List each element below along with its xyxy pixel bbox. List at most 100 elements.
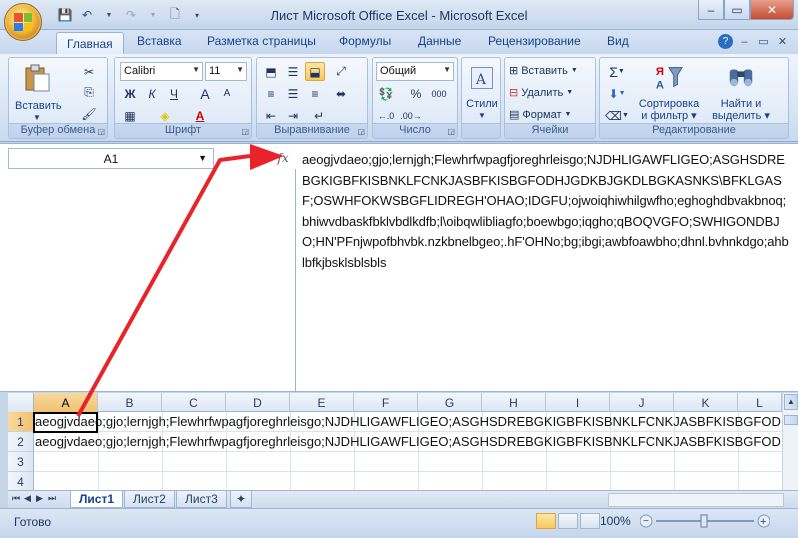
column-headers: A B C D E F G H I J K L [8,393,798,412]
restore-button[interactable]: ▭ [724,0,750,20]
column-header-e[interactable]: E [290,393,354,412]
row-3[interactable] [34,452,782,472]
page-layout-view-icon[interactable] [558,513,578,529]
find-select-button[interactable]: Найти и выделить ▾ [708,62,774,122]
tab-formulas[interactable]: Формулы [339,34,391,48]
delete-cells-button[interactable]: ⊟ Удалить ▼ [509,86,573,100]
sheet-tab-1[interactable]: Лист1 [70,491,124,508]
italic-button[interactable]: К [142,84,162,103]
orientation-icon[interactable]: ⤢ [331,62,351,81]
dialog-launcher-icon[interactable]: ◲ [447,127,455,136]
sheet-tab-2[interactable]: Лист2 [124,491,175,508]
copy-icon[interactable]: ⎘ [79,83,99,102]
minimize-workbook-icon[interactable]: – [737,34,752,49]
cell-a1[interactable]: aeogjvdaeo;gjo;lernjgh;Flewhrfwpagfjoreg… [34,412,782,432]
zoom-slider[interactable]: − + [640,514,770,528]
horizontal-scrollbar[interactable] [608,493,784,507]
fill-icon[interactable]: ⬇ ▼ [604,84,630,103]
sort-filter-button[interactable]: ЯА Сортировка и фильтр ▾ [634,62,704,122]
row-header-3[interactable]: 3 [8,452,34,472]
align-left-icon[interactable]: ≡ [261,84,281,103]
tab-page-layout[interactable]: Разметка страницы [207,34,316,48]
clipboard-label: Буфер обмена [9,123,107,138]
column-header-l[interactable]: L [738,393,782,412]
tab-view[interactable]: Вид [607,34,629,48]
font-size-select[interactable]: 11 ▼ [205,62,247,81]
row-header-4[interactable]: 4 [8,472,34,492]
dialog-launcher-icon[interactable]: ◲ [357,127,365,136]
svg-text:+: + [760,516,766,528]
tab-data[interactable]: Данные [418,34,461,48]
dialog-launcher-icon[interactable]: ◲ [241,127,249,136]
format-painter-icon[interactable]: 🖌 [79,104,99,123]
sheet-tab-3[interactable]: Лист3 [176,491,227,508]
row-header-2[interactable]: 2 [8,432,34,452]
prev-sheet-icon[interactable]: ◀ [24,493,31,504]
insert-cells-icon: ⊞ [509,65,519,77]
shrink-font-button[interactable]: A [217,84,237,103]
formula-input[interactable]: aeogjvdaeo;gjo;lernjgh;Flewhrfwpagfjoreg… [302,150,790,273]
tab-review[interactable]: Рецензирование [488,34,581,48]
styles-label [462,123,500,138]
cut-icon[interactable]: ✂ [79,62,99,81]
insert-cells-button[interactable]: ⊞ Вставить ▼ [509,64,578,78]
styles-group: A Стили ▼ [461,57,501,139]
tab-insert[interactable]: Вставка [137,34,182,48]
column-header-b[interactable]: B [98,393,162,412]
styles-button[interactable]: A Стили ▼ [464,64,500,122]
column-header-j[interactable]: J [610,393,674,412]
align-center-icon[interactable]: ☰ [283,84,303,103]
column-header-c[interactable]: C [162,393,226,412]
merge-cells-icon[interactable]: ⬌ [331,84,351,103]
cell-a2[interactable]: aeogjvdaeo;gjo;lernjgh;Flewhrfwpagfjoreg… [34,432,782,452]
grow-font-button[interactable]: A [195,84,215,103]
column-header-i[interactable]: I [546,393,610,412]
vertical-scrollbar[interactable]: ▲ [782,393,798,490]
align-right-icon[interactable]: ≡ [305,84,325,103]
row-header-1[interactable]: 1 [8,412,34,432]
number-format-select[interactable]: Общий ▼ [376,62,454,81]
normal-view-icon[interactable] [536,513,556,529]
restore-workbook-icon[interactable]: ▭ [756,34,771,49]
autosum-button[interactable]: Σ ▼ [604,62,630,81]
last-sheet-icon[interactable]: ⏭ [48,493,56,504]
insert-sheet-icon[interactable]: ✦ [230,491,253,508]
close-workbook-icon[interactable]: ✕ [775,34,790,49]
scroll-up-icon[interactable]: ▲ [784,394,798,410]
tab-home[interactable]: Главная [56,32,124,55]
dialog-launcher-icon[interactable]: ◲ [97,127,105,136]
first-sheet-icon[interactable]: ⏮ [12,493,20,504]
column-header-h[interactable]: H [482,393,546,412]
font-name-select[interactable]: Calibri ▼ [120,62,203,81]
office-button[interactable] [4,3,42,41]
name-box[interactable]: A1 ▼ [8,148,214,169]
sort-filter-icon: ЯА [656,66,683,91]
next-sheet-icon[interactable]: ▶ [36,493,43,504]
minimize-button[interactable]: – [698,0,724,20]
close-button[interactable]: ✕ [750,0,794,20]
scroll-thumb[interactable] [784,415,798,425]
paste-button[interactable]: Вставить ▼ [15,62,62,124]
page-break-view-icon[interactable] [580,513,600,529]
column-header-f[interactable]: F [354,393,418,412]
row-4[interactable] [34,472,782,492]
underline-button[interactable]: Ч [164,84,184,103]
thousands-button[interactable]: 000 [429,84,449,103]
align-bottom-icon[interactable]: ⬓ [305,62,325,81]
cells-group: ⊞ Вставить ▼ ⊟ Удалить ▼ ▤ Формат ▼ Ячейки [504,57,596,139]
select-all-corner[interactable] [8,393,34,412]
help-icon[interactable]: ? [718,34,733,49]
currency-icon[interactable]: 💱 [376,84,396,103]
column-header-k[interactable]: K [674,393,738,412]
align-middle-icon[interactable]: ☰ [283,62,303,81]
format-cells-button[interactable]: ▤ Формат ▼ [509,108,571,122]
insert-function-button[interactable]: fx [272,147,294,169]
percent-button[interactable]: % [406,84,426,103]
column-header-g[interactable]: G [418,393,482,412]
column-header-d[interactable]: D [226,393,290,412]
align-top-icon[interactable]: ⬒ [261,62,281,81]
number-label: Число [373,123,457,138]
zoom-level[interactable]: 100% [600,514,631,528]
bold-button[interactable]: Ж [120,84,140,103]
column-header-a[interactable]: A [34,393,98,412]
